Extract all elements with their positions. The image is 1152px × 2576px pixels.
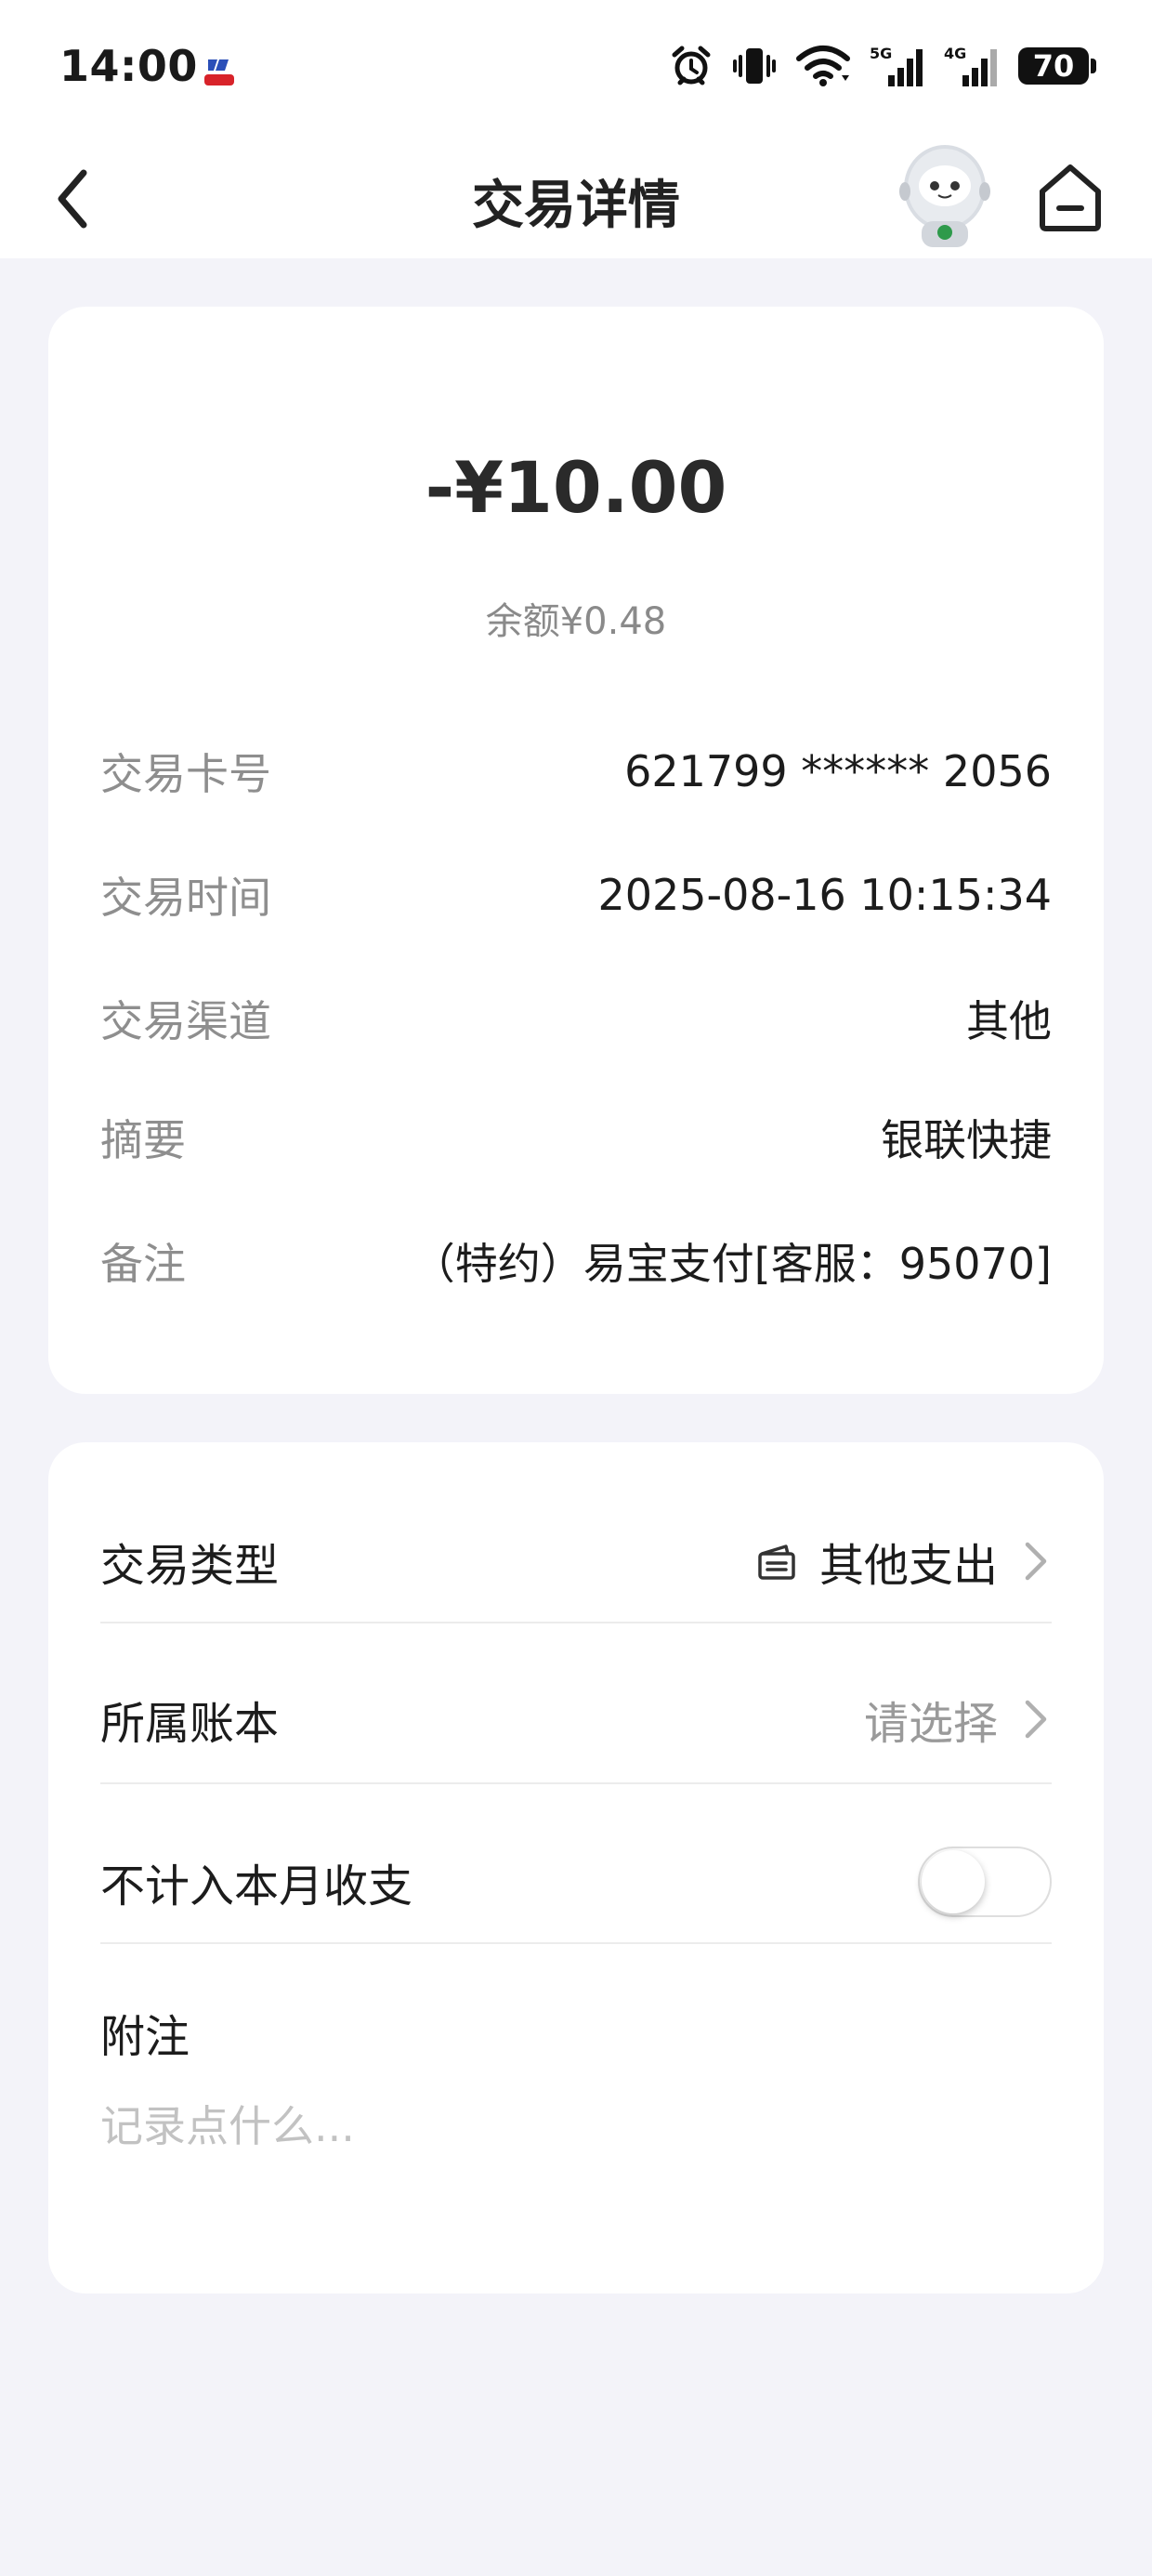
account-balance: 余额¥0.48 <box>485 600 667 643</box>
transaction-detail-card: -¥10.00 余额¥0.48 交易卡号 621799 ****** 2056 … <box>48 307 1104 1394</box>
detail-label: 交易渠道 <box>100 996 271 1046</box>
detail-label: 交易卡号 <box>100 749 271 799</box>
detail-row-card-number: 交易卡号 621799 ****** 2056 <box>100 743 1052 799</box>
note-label: 附注 <box>100 2011 190 2063</box>
divider <box>100 1622 1052 1623</box>
bank-app-icon <box>201 52 238 89</box>
detail-label: 摘要 <box>100 1115 186 1165</box>
nav-bar: 交易详情 <box>0 139 1152 258</box>
transaction-type-label: 交易类型 <box>100 1540 280 1592</box>
transaction-settings-card: 交易类型 其他支出 所属账本 请选择 不计入本月收支 附注 记录点什么... <box>48 1442 1104 2293</box>
exclude-month-label: 不计入本月收支 <box>100 1860 413 1912</box>
svg-text:4G: 4G <box>944 45 966 62</box>
svg-text:5G: 5G <box>870 45 892 62</box>
transaction-amount: -¥10.00 <box>425 446 727 529</box>
detail-row-time: 交易时间 2025-08-16 10:15:34 <box>100 867 1052 923</box>
transaction-type-value: 其他支出 <box>818 1540 998 1592</box>
divider <box>100 1942 1052 1944</box>
chevron-right-icon <box>1025 1700 1047 1739</box>
transaction-type-row[interactable]: 交易类型 其他支出 <box>100 1528 1052 1595</box>
wallet-icon <box>758 1544 795 1580</box>
detail-value: 银联快捷 <box>881 1115 1052 1165</box>
detail-row-remark: 备注 （特约）易宝支付[客服：95070] <box>100 1233 1052 1289</box>
status-bar: 14:00 5G 4G 70 <box>0 0 1152 139</box>
detail-label: 交易时间 <box>100 873 271 923</box>
exclude-month-toggle[interactable] <box>918 1847 1052 1917</box>
ledger-placeholder: 请选择 <box>863 1698 998 1750</box>
assistant-robot-icon[interactable] <box>894 139 996 251</box>
detail-row-channel: 交易渠道 其他 <box>100 991 1052 1046</box>
ledger-row[interactable]: 所属账本 请选择 <box>100 1686 1052 1753</box>
exclude-month-row: 不计入本月收支 <box>100 1845 1052 1919</box>
detail-value: 621799 ****** 2056 <box>624 746 1052 796</box>
detail-value: 其他 <box>966 996 1052 1046</box>
home-icon[interactable] <box>1033 158 1107 236</box>
detail-value: 2025-08-16 10:15:34 <box>597 870 1052 920</box>
wifi-icon <box>796 46 850 86</box>
note-input[interactable] <box>100 2093 1052 2204</box>
alarm-icon <box>672 46 711 85</box>
detail-label: 备注 <box>100 1239 186 1289</box>
chevron-right-icon <box>1025 1542 1047 1581</box>
battery-indicator: 70 <box>1018 47 1096 85</box>
status-time: 14:00 <box>59 41 198 91</box>
signal-5g-icon: 5G <box>870 45 923 86</box>
detail-row-summary: 摘要 银联快捷 <box>100 1110 1052 1165</box>
vibrate-icon <box>733 48 776 84</box>
toggle-knob <box>922 1850 985 1913</box>
ledger-label: 所属账本 <box>100 1698 280 1750</box>
signal-4g-icon: 4G <box>944 45 997 86</box>
detail-value: （特约）易宝支付[客服：95070] <box>412 1239 1052 1289</box>
divider <box>100 1782 1052 1784</box>
